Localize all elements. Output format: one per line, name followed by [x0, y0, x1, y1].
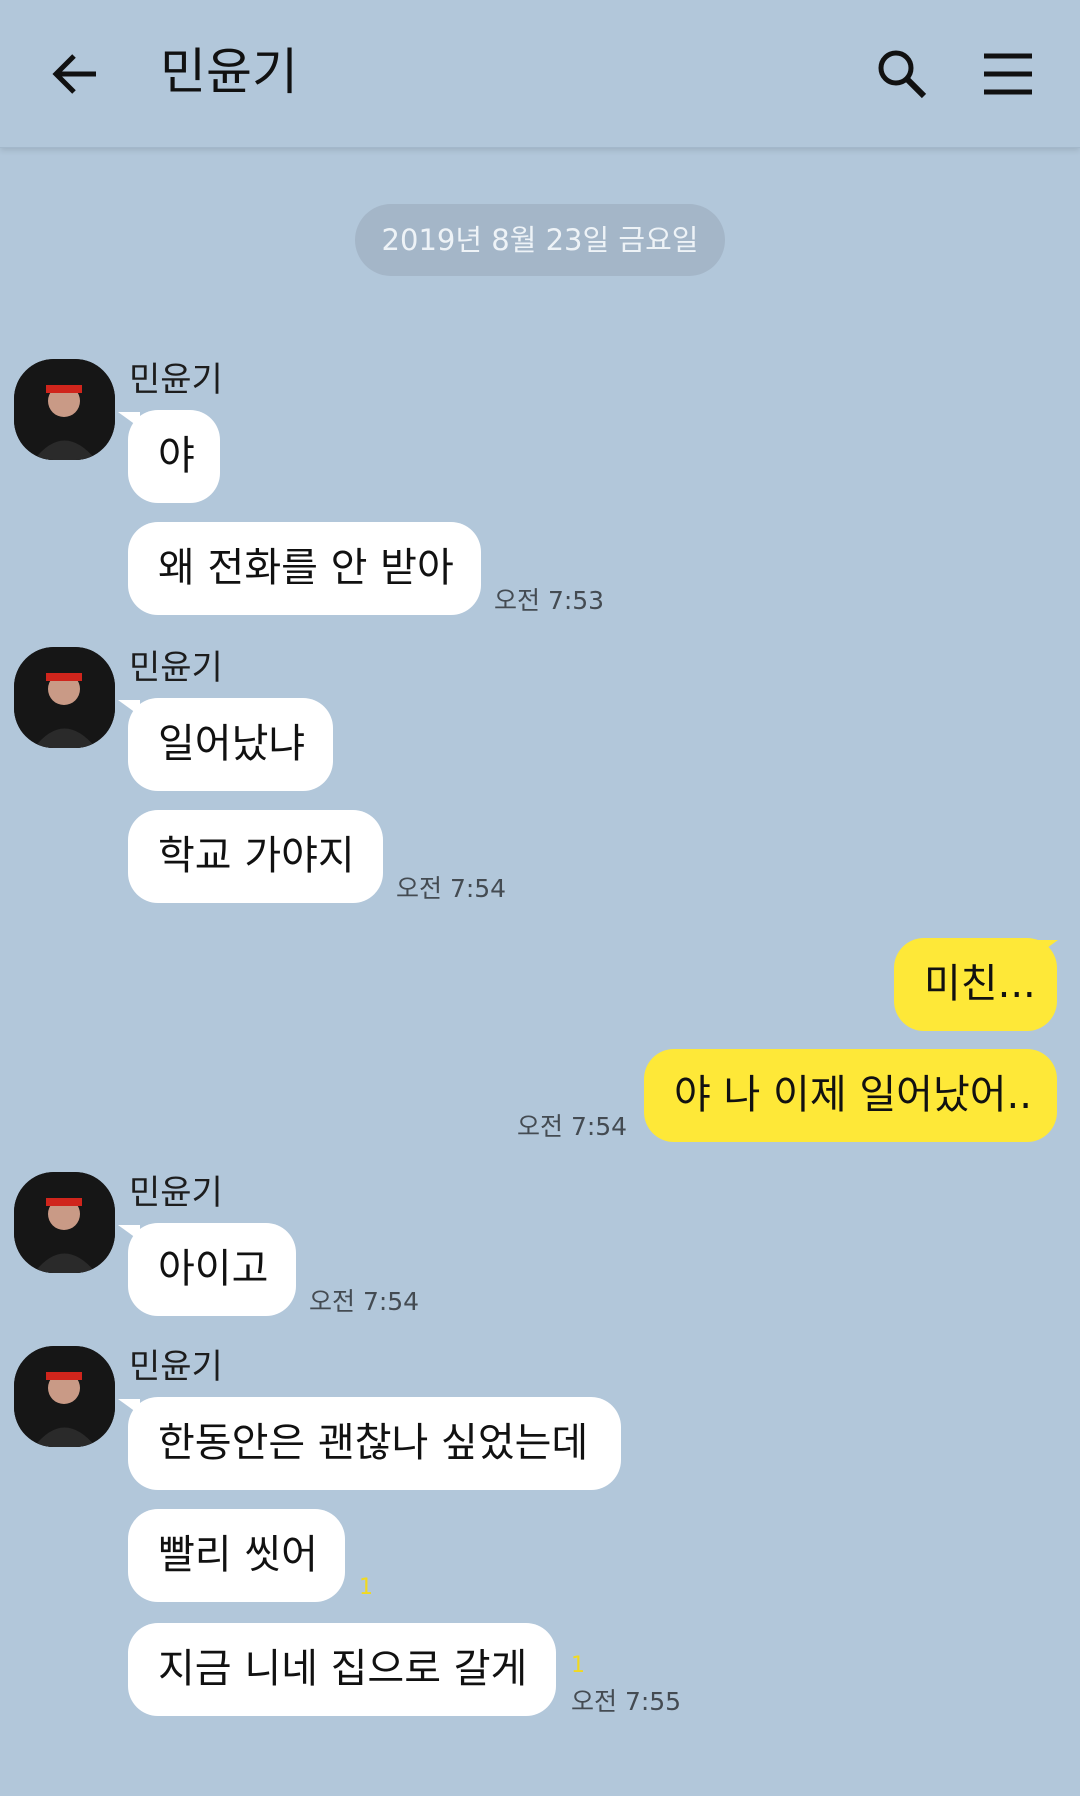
avatar[interactable] — [14, 1172, 115, 1273]
message-time: 오전 7:54 — [309, 1287, 420, 1316]
profile-photo-icon — [14, 647, 115, 748]
hamburger-menu-icon — [984, 53, 1032, 95]
sender-name: 민윤기 — [129, 648, 223, 688]
sender-name: 민윤기 — [129, 1347, 223, 1387]
message-bubble-outgoing[interactable]: 미친... — [894, 938, 1057, 1031]
message-bubble-outgoing[interactable]: 야 나 이제 일어났어.. — [644, 1049, 1057, 1142]
date-divider: 2019년 8월 23일 금요일 — [355, 204, 725, 276]
sender-name: 민윤기 — [129, 1173, 223, 1213]
chat-header: 민윤기 — [0, 0, 1080, 148]
unread-count: 1 — [571, 1653, 585, 1678]
avatar[interactable] — [14, 359, 115, 460]
message-bubble[interactable]: 야 — [128, 410, 220, 503]
arrow-left-icon — [52, 54, 96, 94]
profile-photo-icon — [14, 1172, 115, 1273]
search-icon — [878, 50, 927, 99]
message-time: 오전 7:55 — [571, 1687, 682, 1716]
message-bubble[interactable]: 지금 니네 집으로 갈게 — [128, 1623, 556, 1716]
message-time: 오전 7:54 — [517, 1112, 628, 1141]
profile-photo-icon — [14, 359, 115, 460]
sender-name: 민윤기 — [129, 360, 223, 400]
message-time: 오전 7:54 — [396, 874, 507, 903]
message-bubble[interactable]: 왜 전화를 안 받아 — [128, 522, 481, 615]
message-bubble[interactable]: 빨리 씻어 — [128, 1509, 345, 1602]
menu-button[interactable] — [978, 44, 1038, 104]
avatar[interactable] — [14, 1346, 115, 1447]
back-button[interactable] — [48, 44, 108, 104]
unread-count: 1 — [359, 1575, 373, 1600]
message-bubble[interactable]: 학교 가야지 — [128, 810, 383, 903]
message-time: 오전 7:53 — [494, 586, 605, 615]
message-bubble[interactable]: 한동안은 괜찮나 싶었는데 — [128, 1397, 621, 1490]
search-button[interactable] — [872, 44, 932, 104]
profile-photo-icon — [14, 1346, 115, 1447]
message-bubble[interactable]: 아이고 — [128, 1223, 296, 1316]
avatar[interactable] — [14, 647, 115, 748]
chat-title: 민윤기 — [160, 43, 298, 101]
message-bubble[interactable]: 일어났냐 — [128, 698, 333, 791]
